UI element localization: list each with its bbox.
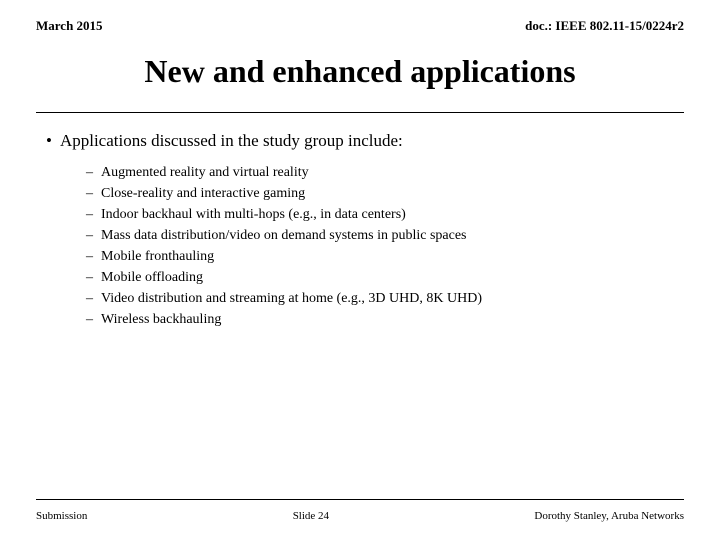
dash-icon: – <box>86 228 93 244</box>
list-item: –Wireless backhauling <box>86 312 674 328</box>
title-section: New and enhanced applications <box>36 52 684 90</box>
list-item: –Mobile offloading <box>86 270 674 286</box>
dash-icon: – <box>86 312 93 328</box>
slide-container: March 2015 doc.: IEEE 802.11-15/0224r2 N… <box>0 0 720 540</box>
list-item-text: Indoor backhaul with multi-hops (e.g., i… <box>101 207 406 223</box>
list-item: –Video distribution and streaming at hom… <box>86 291 674 307</box>
main-bullet: • Applications discussed in the study gr… <box>46 131 674 151</box>
main-content: • Applications discussed in the study gr… <box>36 131 684 499</box>
dash-icon: – <box>86 249 93 265</box>
title-divider <box>36 112 684 113</box>
dash-icon: – <box>86 291 93 307</box>
list-item-text: Wireless backhauling <box>101 312 221 328</box>
dash-icon: – <box>86 270 93 286</box>
list-item-text: Augmented reality and virtual reality <box>101 165 309 181</box>
header-date: March 2015 <box>36 18 103 34</box>
dash-icon: – <box>86 207 93 223</box>
footer-author: Dorothy Stanley, Aruba Networks <box>534 510 684 522</box>
footer-submission: Submission <box>36 510 87 522</box>
footer-slide-number: Slide 24 <box>293 510 329 522</box>
list-item-text: Video distribution and streaming at home… <box>101 291 482 307</box>
list-item-text: Mobile fronthauling <box>101 249 214 265</box>
list-item-text: Close-reality and interactive gaming <box>101 186 305 202</box>
list-item: –Indoor backhaul with multi-hops (e.g., … <box>86 207 674 223</box>
list-item-text: Mass data distribution/video on demand s… <box>101 228 467 244</box>
bullet-icon: • <box>46 131 52 151</box>
sub-items-list: –Augmented reality and virtual reality–C… <box>86 165 674 328</box>
list-item: –Mass data distribution/video on demand … <box>86 228 674 244</box>
list-item: –Close-reality and interactive gaming <box>86 186 674 202</box>
list-item: –Mobile fronthauling <box>86 249 674 265</box>
main-bullet-text: Applications discussed in the study grou… <box>60 131 403 151</box>
slide-footer: Submission Slide 24 Dorothy Stanley, Aru… <box>36 499 684 522</box>
dash-icon: – <box>86 186 93 202</box>
list-item: –Augmented reality and virtual reality <box>86 165 674 181</box>
header-doc: doc.: IEEE 802.11-15/0224r2 <box>525 18 684 34</box>
slide-title: New and enhanced applications <box>36 52 684 90</box>
slide-header: March 2015 doc.: IEEE 802.11-15/0224r2 <box>36 18 684 34</box>
dash-icon: – <box>86 165 93 181</box>
list-item-text: Mobile offloading <box>101 270 203 286</box>
